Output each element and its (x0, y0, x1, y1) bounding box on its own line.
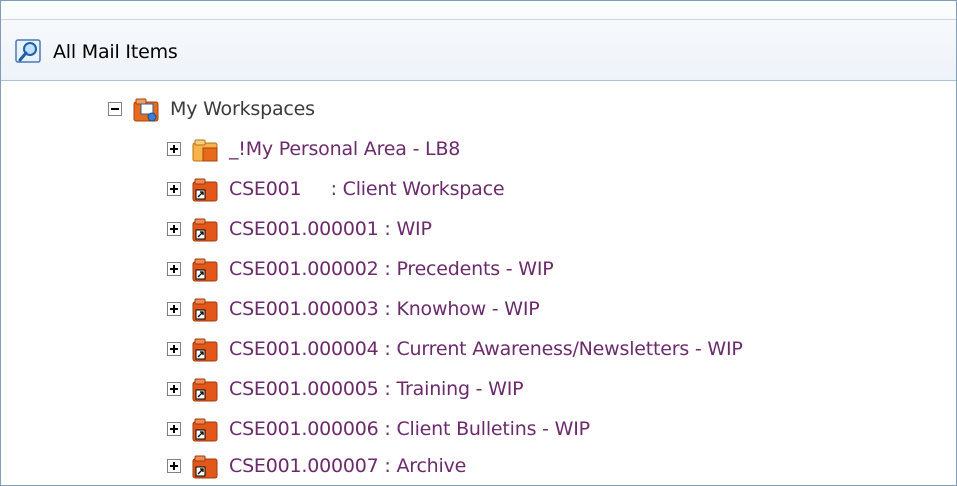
tree-item[interactable]: CSE001.000004 : Current Awareness/Newsle… (167, 330, 743, 368)
expand-toggle-icon[interactable] (167, 342, 181, 356)
tree-item-label: CSE001.000002 : Precedents - WIP (229, 258, 554, 280)
shortcut-folder-icon (192, 298, 218, 322)
personal-folder-icon (192, 139, 218, 162)
collapse-toggle-icon[interactable] (108, 102, 122, 116)
tree-item-label: CSE001.000006 : Client Bulletins - WIP (229, 418, 590, 440)
expand-toggle-icon[interactable] (167, 459, 181, 473)
shortcut-folder-icon (192, 338, 218, 362)
shortcut-folder-icon (192, 218, 218, 242)
tree-item[interactable]: CSE001.000002 : Precedents - WIP (167, 250, 554, 288)
tree-item[interactable]: _!My Personal Area - LB8 (167, 130, 460, 168)
mail-tree-panel: All Mail Items My Workspaces _!My Person… (0, 0, 957, 486)
tree-item[interactable]: CSE001.000001 : WIP (167, 210, 432, 248)
top-strip (1, 1, 956, 20)
shortcut-folder-icon (192, 178, 218, 202)
shortcut-folder-icon (192, 378, 218, 402)
expand-toggle-icon[interactable] (167, 182, 181, 196)
shortcut-folder-icon (192, 418, 218, 442)
shortcut-folder-icon (192, 258, 218, 282)
expand-toggle-icon[interactable] (167, 302, 181, 316)
tree-item[interactable]: CSE001.000006 : Client Bulletins - WIP (167, 410, 590, 448)
panel-header[interactable]: All Mail Items (1, 20, 956, 81)
tree-item-label: CSE001.000005 : Training - WIP (229, 378, 524, 400)
tree-item[interactable]: CSE001.000003 : Knowhow - WIP (167, 290, 540, 328)
workspaces-folder-icon (133, 98, 159, 122)
expand-toggle-icon[interactable] (167, 142, 181, 156)
tree-root-my-workspaces[interactable]: My Workspaces (108, 90, 315, 128)
search-folder-icon (15, 39, 41, 63)
tree-item-label: CSE001 : Client Workspace (229, 178, 505, 200)
tree-item-label: CSE001.000003 : Knowhow - WIP (229, 298, 540, 320)
tree-item-label: CSE001.000001 : WIP (229, 218, 432, 240)
tree-item[interactable]: CSE001.000005 : Training - WIP (167, 370, 524, 408)
expand-toggle-icon[interactable] (167, 222, 181, 236)
expand-toggle-icon[interactable] (167, 382, 181, 396)
panel-title: All Mail Items (53, 41, 178, 63)
tree-item[interactable]: CSE001.000007 : Archive (167, 447, 466, 485)
tree-item-label: CSE001.000004 : Current Awareness/Newsle… (229, 338, 743, 360)
tree-root-label: My Workspaces (170, 98, 315, 120)
tree-item[interactable]: CSE001 : Client Workspace (167, 170, 505, 208)
expand-toggle-icon[interactable] (167, 422, 181, 436)
expand-toggle-icon[interactable] (167, 262, 181, 276)
tree-item-label: _!My Personal Area - LB8 (229, 138, 461, 160)
shortcut-folder-icon (192, 455, 218, 479)
tree-item-label: CSE001.000007 : Archive (229, 455, 467, 477)
